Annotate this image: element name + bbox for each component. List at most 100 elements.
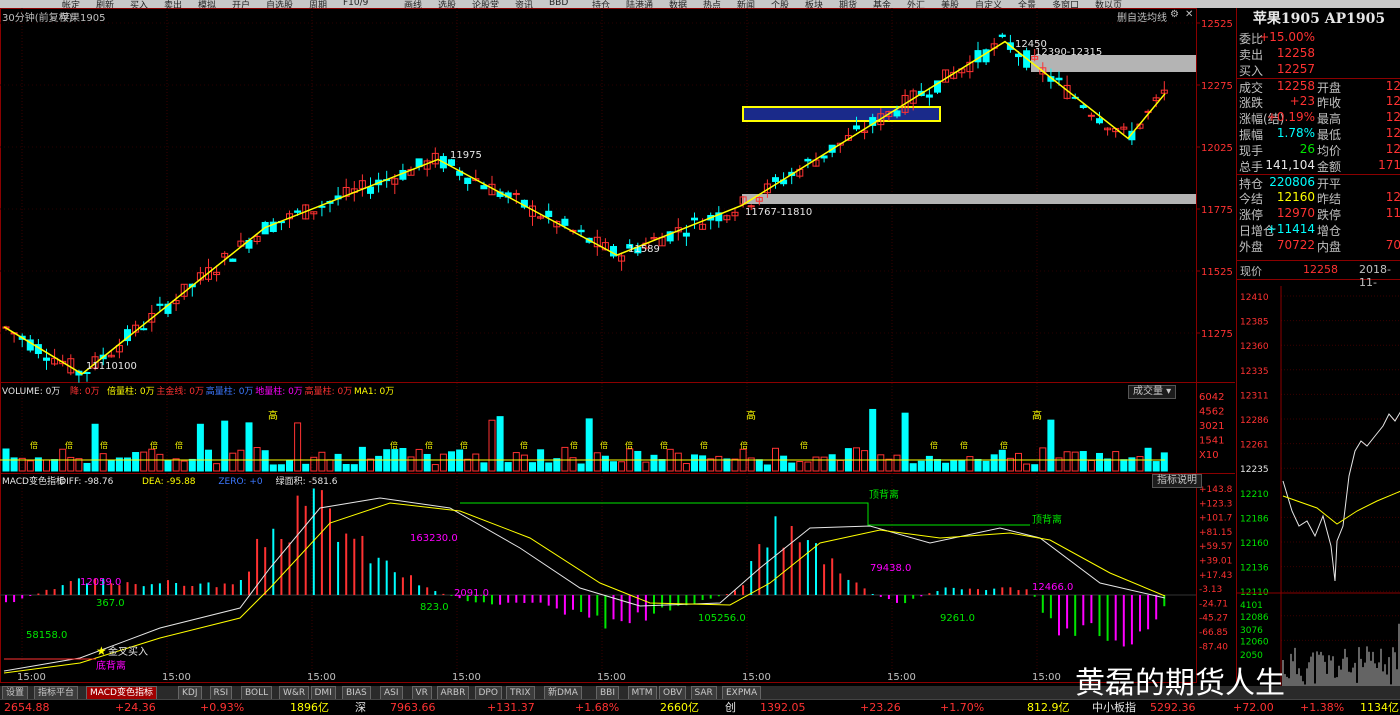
indicator-tab[interactable]: OBV bbox=[659, 686, 687, 700]
volume-bar bbox=[1120, 459, 1128, 472]
indicator-tab[interactable]: W&R bbox=[279, 686, 310, 700]
indicator-tab[interactable]: SAR bbox=[690, 686, 717, 700]
volume-bar bbox=[691, 454, 698, 472]
toolbar-item[interactable]: 自选股 bbox=[266, 0, 293, 8]
macd-area-label: 12466.0 bbox=[1032, 582, 1073, 593]
volume-bar bbox=[642, 461, 650, 472]
toolbar-item[interactable]: 数以页 bbox=[1095, 0, 1122, 8]
volume-bar bbox=[342, 464, 350, 472]
quote-value-2: 12 bbox=[1385, 190, 1400, 204]
volume-bar bbox=[439, 453, 447, 472]
indicator-tab[interactable]: 指标平台 bbox=[34, 686, 79, 700]
toolbar-item[interactable]: 帐定 bbox=[62, 0, 80, 8]
macd-tick-label: +17.43 bbox=[1199, 571, 1232, 581]
toolbar-item[interactable]: 期货 bbox=[839, 0, 857, 8]
toolbar-item[interactable]: 买入 bbox=[130, 0, 148, 8]
indicator-tab[interactable]: EXPMA bbox=[722, 686, 762, 700]
candle-body bbox=[804, 158, 812, 162]
toolbar-item[interactable]: 陆港通 bbox=[626, 0, 653, 8]
volume-bar bbox=[156, 453, 164, 472]
indicator-tab[interactable]: BBI bbox=[596, 686, 620, 700]
toolbar-item[interactable]: 刷新 bbox=[96, 0, 114, 8]
volume-bar bbox=[67, 456, 75, 472]
toolbar-item[interactable]: 板块 bbox=[805, 0, 823, 8]
macd-area-label: 105256.0 bbox=[698, 613, 746, 624]
gear-icon[interactable]: ⚙ bbox=[1170, 9, 1179, 20]
close-icon[interactable]: ✕ bbox=[1185, 9, 1193, 20]
indicator-tab[interactable]: MTM bbox=[627, 686, 657, 700]
toolbar-item[interactable]: 基金 bbox=[873, 0, 891, 8]
quote-label: 涨跌 bbox=[1239, 96, 1264, 110]
toolbar-item[interactable]: BBD bbox=[549, 0, 568, 8]
candle-body bbox=[156, 303, 164, 306]
volume-bar bbox=[585, 418, 593, 472]
volume-bar bbox=[877, 454, 885, 472]
quote-value: 12257 bbox=[1276, 62, 1315, 76]
status-item: 2660亿 bbox=[660, 701, 699, 714]
buy-star-icon: ★ bbox=[96, 644, 107, 658]
indicator-tab[interactable]: BIAS bbox=[342, 686, 371, 700]
mini-tick-label: 12335 bbox=[1240, 367, 1269, 377]
quote-value-2: 12 bbox=[1385, 126, 1400, 140]
toolbar-item[interactable]: 多窗口 bbox=[1052, 0, 1079, 8]
quote-value: 1.78% bbox=[1276, 126, 1315, 140]
indicator-tab[interactable]: MACD变色指标 bbox=[86, 686, 157, 700]
toolbar-item[interactable]: 论股堂 bbox=[472, 0, 499, 8]
ma-button[interactable]: 均线 bbox=[1147, 9, 1167, 24]
chart-area[interactable]: 12525 12275 12025 11775 11525 11275 12450 12390… bbox=[0, 8, 1235, 686]
toolbar-item[interactable]: 持仓 bbox=[592, 0, 610, 8]
macd-tick-label: -66.85 bbox=[1199, 628, 1228, 638]
status-item: 创 bbox=[725, 701, 736, 714]
toolbar-item[interactable]: 周期 bbox=[309, 0, 327, 8]
volume-dropdown[interactable]: 成交量 ▾ bbox=[1128, 385, 1177, 399]
volume-bar bbox=[431, 464, 439, 472]
mini-tick-label: 12160 bbox=[1240, 539, 1269, 549]
status-item: 1896亿 bbox=[290, 701, 329, 714]
indicator-tab[interactable]: ASI bbox=[380, 686, 403, 700]
toolbar-item[interactable]: 画线 bbox=[404, 0, 422, 8]
macd-tick-label: +101.7 bbox=[1199, 514, 1232, 524]
indicator-tab[interactable]: VR bbox=[411, 686, 432, 700]
volume-bar bbox=[43, 459, 50, 472]
volume-legend-item: 降: 0万 bbox=[70, 385, 100, 397]
volume-bar bbox=[820, 456, 828, 472]
indicator-help-button[interactable]: 指标说明 bbox=[1152, 474, 1202, 488]
indicator-tab[interactable]: BOLL bbox=[241, 686, 273, 700]
macd-legend-item: 绿面积: -581.6 bbox=[276, 475, 338, 487]
indicator-tab[interactable]: TRIX bbox=[506, 686, 535, 700]
volume-bar bbox=[294, 422, 302, 472]
toolbar-item[interactable]: 个股 bbox=[771, 0, 789, 8]
toolbar-item[interactable]: 数据 bbox=[669, 0, 687, 8]
toolbar-item[interactable]: 全景 bbox=[1018, 0, 1036, 8]
indicator-tab[interactable]: ARBR bbox=[436, 686, 470, 700]
volume-bar bbox=[1047, 419, 1055, 472]
volume-bar bbox=[812, 456, 820, 472]
toolbar-item[interactable]: 资讯 bbox=[515, 0, 533, 8]
volume-bar bbox=[464, 458, 472, 472]
toolbar-item[interactable]: 外汇 bbox=[907, 0, 925, 8]
toolbar-item[interactable]: 美股 bbox=[941, 0, 959, 8]
toolbar-item[interactable]: 卖出 bbox=[164, 0, 182, 8]
toolbar-item[interactable]: 开户 bbox=[232, 0, 250, 8]
toolbar-item[interactable]: 热点 bbox=[703, 0, 721, 8]
indicator-tab[interactable]: KDJ bbox=[178, 686, 202, 700]
volume-bar bbox=[1023, 463, 1031, 472]
quote-value-2: 70 bbox=[1385, 238, 1400, 252]
indicator-tab[interactable]: 设置 bbox=[2, 686, 29, 700]
volume-bar bbox=[253, 447, 261, 472]
remove-favorite-button[interactable]: 删自选 bbox=[1117, 9, 1147, 24]
indicator-tab[interactable]: 新DMA bbox=[544, 686, 582, 700]
toolbar-item[interactable]: 选股 bbox=[438, 0, 456, 8]
indicator-tab[interactable]: DPO bbox=[474, 686, 502, 700]
candle-body bbox=[853, 125, 860, 130]
volume-bar bbox=[1087, 459, 1095, 472]
candle-body bbox=[480, 185, 488, 190]
indicator-tab[interactable]: RSI bbox=[209, 686, 233, 700]
toolbar-item[interactable]: 自定义 bbox=[975, 0, 1002, 8]
macd-tick-label: +81.15 bbox=[1199, 528, 1232, 538]
quote-row: 外盘 70722 内盘 70 bbox=[1237, 238, 1400, 254]
toolbar-item[interactable]: 模拟 bbox=[198, 0, 216, 8]
toolbar-item[interactable]: 新闻 bbox=[737, 0, 755, 8]
toolbar-item[interactable]: F10/9 bbox=[343, 0, 368, 8]
indicator-tab[interactable]: DMI bbox=[310, 686, 336, 700]
